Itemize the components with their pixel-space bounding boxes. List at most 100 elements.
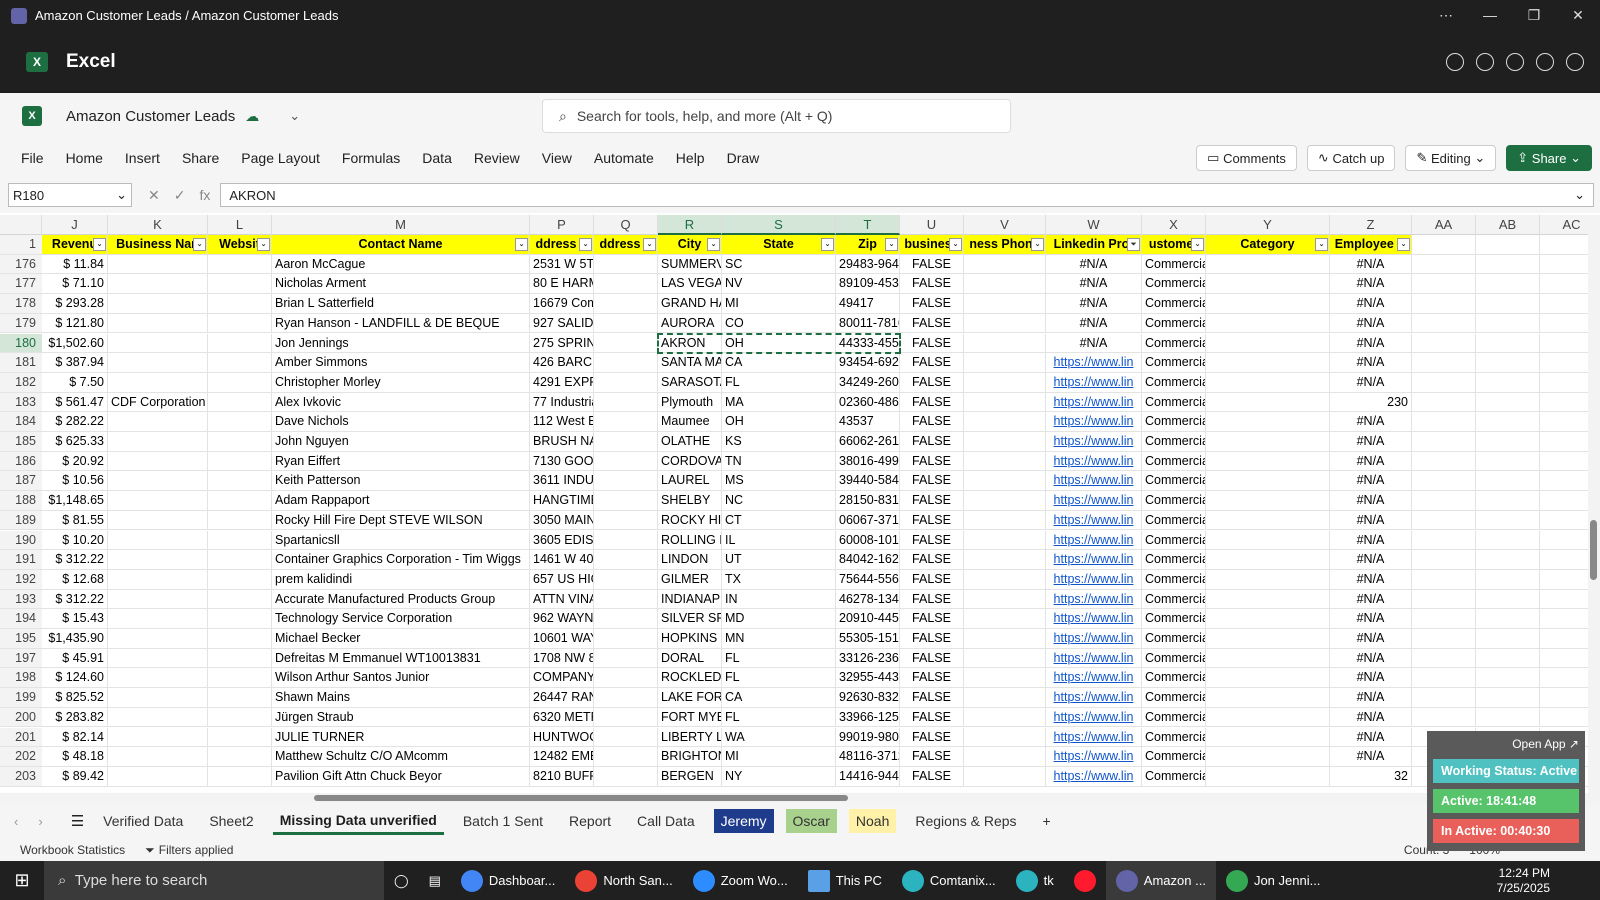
table-cell[interactable] xyxy=(108,294,208,314)
table-cell[interactable] xyxy=(594,629,658,649)
table-cell[interactable]: WA xyxy=(722,727,836,748)
table-cell[interactable]: OLATHE xyxy=(658,432,722,452)
sheet-tab-call-data[interactable]: Call Data xyxy=(630,809,702,833)
table-cell[interactable]: Rocky Hill Fire Dept STEVE WILSON xyxy=(272,510,530,531)
table-cell[interactable]: $ 825.52 xyxy=(42,688,108,708)
column-header-x[interactable]: X xyxy=(1142,215,1206,235)
table-cell[interactable] xyxy=(1206,432,1330,452)
table-cell[interactable] xyxy=(208,550,272,570)
table-cell[interactable] xyxy=(108,333,208,354)
table-cell[interactable] xyxy=(208,392,272,413)
table-cell[interactable] xyxy=(108,471,208,492)
table-cell[interactable] xyxy=(594,510,658,531)
table-cell[interactable] xyxy=(108,353,208,373)
table-cell[interactable] xyxy=(964,274,1046,295)
table-cell[interactable]: SUMMERV xyxy=(658,254,722,275)
table-cell[interactable] xyxy=(1476,569,1540,590)
table-cell[interactable]: $ 312.22 xyxy=(42,589,108,610)
table-cell[interactable]: 93454-6928 xyxy=(836,353,900,373)
header-cell[interactable]: Employee C ⌄ xyxy=(1330,235,1412,255)
filter-dropdown-icon[interactable]: ⌄ xyxy=(643,238,656,251)
table-cell[interactable]: FALSE xyxy=(900,550,964,570)
table-cell[interactable] xyxy=(594,530,658,551)
table-cell[interactable] xyxy=(594,372,658,393)
table-cell[interactable]: MI xyxy=(722,294,836,314)
table-cell[interactable]: https://www.lin xyxy=(1046,392,1142,413)
prev-sheet-icon[interactable]: ‹ xyxy=(14,814,18,829)
formula-input[interactable]: AKRON ⌄ xyxy=(220,183,1594,207)
table-cell[interactable] xyxy=(1206,372,1330,393)
column-header-w[interactable]: W xyxy=(1046,215,1142,235)
table-cell[interactable]: Commercial xyxy=(1142,668,1206,689)
table-cell[interactable]: SANTA MA xyxy=(658,353,722,373)
table-cell[interactable] xyxy=(964,629,1046,649)
table-cell[interactable]: $ 121.80 xyxy=(42,313,108,334)
table-cell[interactable]: 80 E HARMON AVE xyxy=(530,274,594,295)
column-header-q[interactable]: Q xyxy=(594,215,658,235)
table-cell[interactable] xyxy=(1206,274,1330,295)
spreadsheet-grid[interactable]: J K L M P Q R S T U V W X Y Z AA AB AC 1 Revenu ⌄ Business N… xyxy=(0,215,1600,793)
table-cell[interactable] xyxy=(1476,392,1540,413)
table-cell[interactable]: CT xyxy=(722,510,836,531)
table-cell[interactable]: BRIGHTON xyxy=(658,747,722,767)
filter-dropdown-icon[interactable]: ⌄ xyxy=(257,238,270,251)
table-cell[interactable] xyxy=(1476,313,1540,334)
document-name[interactable]: Amazon Customer Leads xyxy=(66,108,235,125)
refresh-icon[interactable] xyxy=(1476,53,1494,71)
table-cell[interactable]: 99019-9807 xyxy=(836,727,900,748)
table-cell[interactable] xyxy=(964,707,1046,728)
tab-help[interactable]: Help xyxy=(676,150,705,166)
table-cell[interactable] xyxy=(964,530,1046,551)
table-cell[interactable] xyxy=(594,727,658,748)
table-cell[interactable]: 66062-2611 xyxy=(836,432,900,452)
filter-dropdown-icon[interactable]: ⌄ xyxy=(1031,238,1044,251)
header-cell[interactable] xyxy=(1412,235,1476,255)
table-cell[interactable] xyxy=(594,609,658,629)
row-header[interactable]: 184 xyxy=(0,412,42,432)
table-cell[interactable] xyxy=(208,294,272,314)
table-cell[interactable] xyxy=(1206,629,1330,649)
filter-dropdown-icon[interactable]: ⌄ xyxy=(885,238,898,251)
table-cell[interactable] xyxy=(1412,648,1476,669)
column-header-aa[interactable]: AA xyxy=(1412,215,1476,235)
table-cell[interactable] xyxy=(1476,294,1540,314)
table-cell[interactable]: #N/A xyxy=(1330,707,1412,728)
table-cell[interactable]: Matthew Schultz C/O AMcomm xyxy=(272,747,530,767)
table-cell[interactable]: 3605 EDISON PL xyxy=(530,530,594,551)
table-cell[interactable] xyxy=(1206,648,1330,669)
table-cell[interactable]: 43537 xyxy=(836,412,900,432)
taskbar-this-pc[interactable]: This PC xyxy=(798,861,892,900)
table-cell[interactable]: 28150-8315 xyxy=(836,491,900,511)
table-cell[interactable]: MA xyxy=(722,392,836,413)
table-cell[interactable] xyxy=(594,294,658,314)
table-cell[interactable]: FALSE xyxy=(900,471,964,492)
filter-dropdown-icon[interactable]: ⌄ xyxy=(1397,238,1410,251)
table-cell[interactable] xyxy=(594,491,658,511)
table-cell[interactable] xyxy=(108,766,208,787)
column-header-r[interactable]: R xyxy=(658,215,722,235)
table-cell[interactable]: Commercial xyxy=(1142,747,1206,767)
column-header-j[interactable]: J xyxy=(42,215,108,235)
table-cell[interactable] xyxy=(964,609,1046,629)
table-cell[interactable]: John Nguyen xyxy=(272,432,530,452)
table-cell[interactable]: 06067-3712 xyxy=(836,510,900,531)
tab-draw[interactable]: Draw xyxy=(727,150,760,166)
table-cell[interactable] xyxy=(964,688,1046,708)
table-cell[interactable] xyxy=(1476,629,1540,649)
column-header-p[interactable]: P xyxy=(530,215,594,235)
column-header-ab[interactable]: AB xyxy=(1476,215,1540,235)
sheet-tab-batch-1-sent[interactable]: Batch 1 Sent xyxy=(456,809,550,833)
table-cell[interactable]: #N/A xyxy=(1330,569,1412,590)
editing-mode-button[interactable]: ✎ Editing ⌄ xyxy=(1405,145,1497,171)
table-cell[interactable]: 89109-4539 xyxy=(836,274,900,295)
table-cell[interactable]: FALSE xyxy=(900,727,964,748)
table-cell[interactable]: 112 West Broadway xyxy=(530,412,594,432)
table-cell[interactable] xyxy=(594,707,658,728)
row-header[interactable]: 180 xyxy=(0,333,42,354)
header-cell[interactable]: Websit ⌄ xyxy=(208,235,272,255)
tab-page-layout[interactable]: Page Layout xyxy=(241,150,320,166)
row-header[interactable]: 181 xyxy=(0,353,42,373)
table-cell[interactable] xyxy=(1476,451,1540,472)
table-cell[interactable] xyxy=(1206,589,1330,610)
table-cell[interactable] xyxy=(594,648,658,669)
